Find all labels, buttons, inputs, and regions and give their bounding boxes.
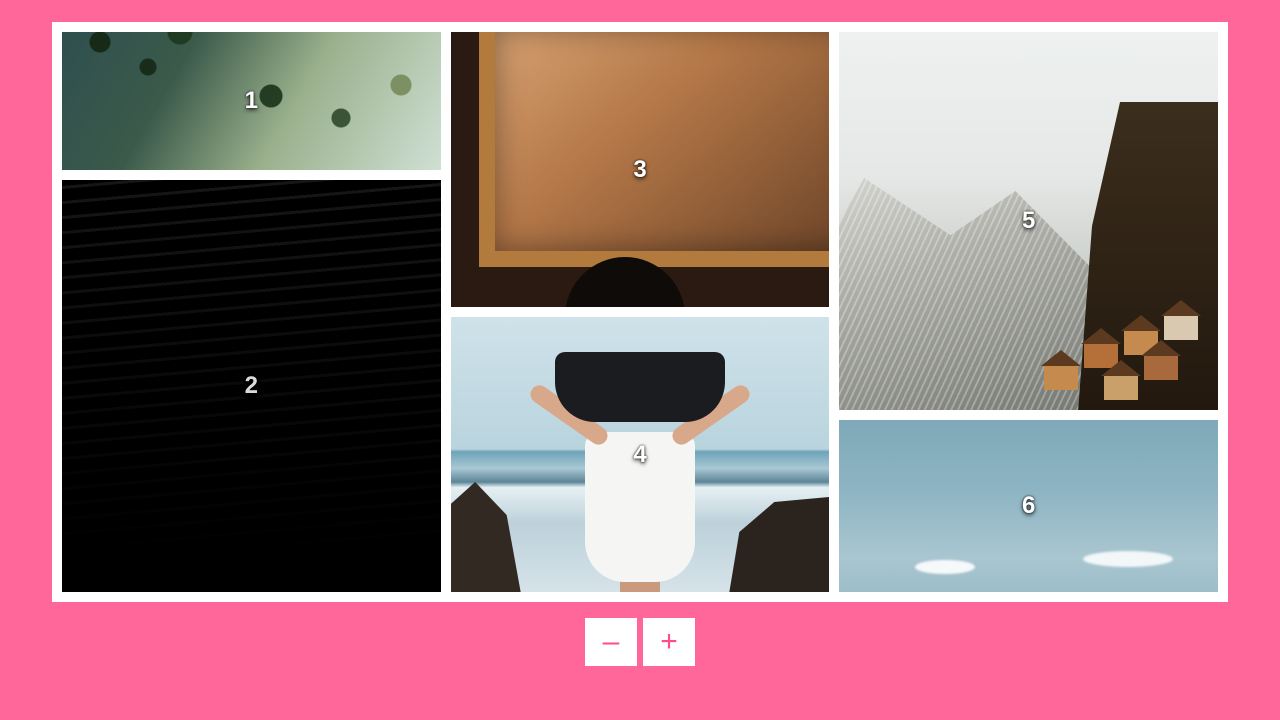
tile-label: 6 — [1022, 492, 1035, 520]
rock-decor — [729, 492, 829, 592]
remove-button[interactable]: – — [585, 618, 637, 666]
gallery: 1 2 3 4 — [62, 32, 1218, 592]
gallery-tile-3[interactable]: 3 — [451, 32, 830, 307]
add-button[interactable]: + — [643, 618, 695, 666]
picture-frame-decor — [479, 32, 830, 267]
gallery-tile-4[interactable]: 4 — [451, 317, 830, 592]
gallery-frame: 1 2 3 4 — [52, 22, 1228, 602]
gallery-tile-2[interactable]: 2 — [62, 180, 441, 592]
gallery-tile-6[interactable]: 6 — [839, 420, 1218, 592]
controls: – + — [585, 618, 695, 666]
gallery-column-3: 5 6 — [839, 32, 1218, 592]
plus-icon: + — [660, 627, 678, 657]
village-decor — [1008, 290, 1208, 410]
tile-label: 1 — [245, 87, 258, 115]
gallery-tile-1[interactable]: 1 — [62, 32, 441, 170]
tile-label: 2 — [245, 372, 258, 400]
gallery-column-2: 3 4 — [451, 32, 830, 592]
gallery-tile-5[interactable]: 5 — [839, 32, 1218, 410]
minus-icon: – — [603, 627, 620, 657]
rock-decor — [451, 482, 521, 592]
person-decor — [580, 352, 700, 592]
gallery-column-1: 1 2 — [62, 32, 441, 592]
